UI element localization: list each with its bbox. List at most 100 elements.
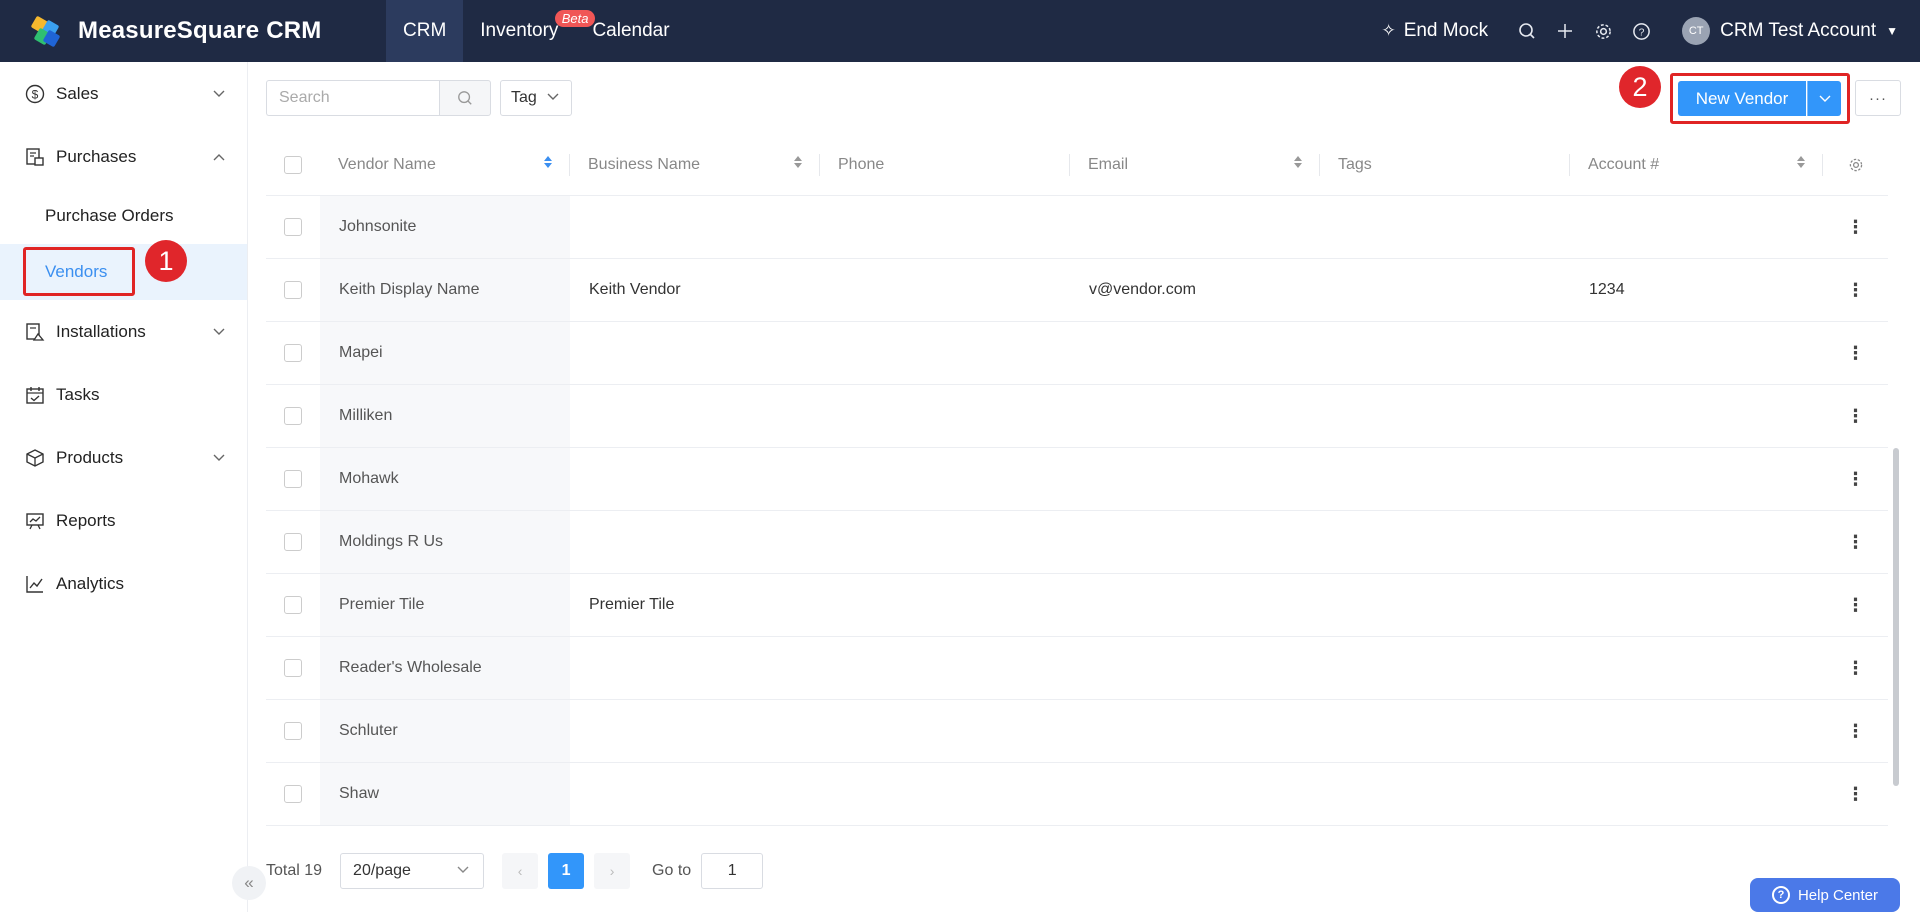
kebab-menu-icon[interactable]: ⋮ [1847, 721, 1865, 742]
vendor-name-cell[interactable]: Reader's Wholesale [320, 637, 570, 699]
new-vendor-dropdown-button[interactable] [1807, 81, 1841, 116]
kebab-menu-icon[interactable]: ⋮ [1847, 595, 1865, 616]
column-business-name[interactable]: Business Name [570, 134, 820, 196]
help-center-button[interactable]: ? Help Center [1750, 878, 1900, 912]
sidebar-item-analytics[interactable]: Analytics [0, 552, 247, 615]
kebab-menu-icon[interactable]: ⋮ [1847, 406, 1865, 427]
phone-cell [820, 196, 1070, 258]
app-logo[interactable]: MeasureSquare CRM [30, 15, 386, 48]
tag-filter-select[interactable]: Tag [500, 80, 572, 116]
email-cell [1070, 196, 1320, 258]
end-mock-button[interactable]: ✧ End Mock [1381, 20, 1488, 42]
vendor-name-cell[interactable]: Schluter [320, 700, 570, 762]
sidebar-item-tasks[interactable]: Tasks [0, 363, 247, 426]
email-cell [1070, 574, 1320, 636]
sidebar-item-purchases[interactable]: Purchases [0, 125, 247, 188]
next-page-button[interactable]: › [594, 853, 631, 889]
nav-inventory[interactable]: Inventory Beta [463, 0, 596, 62]
column-vendor-name[interactable]: Vendor Name [320, 134, 570, 196]
row-checkbox[interactable] [284, 533, 302, 551]
search-field[interactable] [266, 80, 440, 116]
gear-icon [1849, 158, 1862, 171]
row-checkbox[interactable] [284, 407, 302, 425]
table-row[interactable]: Mapei ⋮ [266, 322, 1888, 385]
table-row[interactable]: Keith Display Name Keith Vendor v@vendor.c… [266, 259, 1888, 322]
sort-icon [1797, 155, 1805, 168]
vendor-name-cell[interactable]: Shaw [320, 763, 570, 825]
page-size-select[interactable]: 20/page [340, 853, 485, 889]
collapse-sidebar-icon[interactable]: « [232, 866, 266, 900]
search-button[interactable] [439, 80, 491, 116]
row-checkbox[interactable] [284, 659, 302, 677]
vendor-name-cell[interactable]: Keith Display Name [320, 259, 570, 321]
kebab-menu-icon[interactable]: ⋮ [1847, 784, 1865, 805]
sidebar-item-reports[interactable]: Reports [0, 489, 247, 552]
row-actions-cell: ⋮ [1823, 322, 1888, 384]
chevron-down-icon [213, 325, 225, 339]
row-checkbox[interactable] [284, 785, 302, 803]
sidebar-item-purchase-orders[interactable]: Purchase Orders [0, 188, 247, 244]
account-menu[interactable]: CT CRM Test Account ▼ [1682, 17, 1898, 45]
search-icon[interactable] [1516, 20, 1538, 42]
goto-page-input[interactable]: 1 [701, 853, 764, 889]
table-row[interactable]: Shaw ⋮ [266, 763, 1888, 826]
sidebar-item-label: Reports [56, 510, 116, 530]
tags-cell [1320, 259, 1570, 321]
page-number-current[interactable]: 1 [548, 853, 585, 889]
kebab-menu-icon[interactable]: ⋮ [1847, 343, 1865, 364]
nav-crm[interactable]: CRM [386, 0, 464, 62]
new-vendor-button[interactable]: New Vendor [1678, 81, 1806, 116]
row-checkbox[interactable] [284, 722, 302, 740]
nav-inventory-label: Inventory [480, 20, 559, 41]
prev-page-button[interactable]: ‹ [502, 853, 539, 889]
row-checkbox[interactable] [284, 344, 302, 362]
table-row[interactable]: Moldings R Us ⋮ [266, 511, 1888, 574]
kebab-menu-icon[interactable]: ⋮ [1847, 280, 1865, 301]
kebab-menu-icon[interactable]: ⋮ [1847, 532, 1865, 553]
select-all-checkbox[interactable] [284, 155, 302, 174]
account-number-cell [1570, 700, 1823, 762]
help-icon[interactable]: ? [1630, 20, 1652, 42]
phone-cell [820, 637, 1070, 699]
kebab-menu-icon[interactable]: ⋮ [1847, 217, 1865, 238]
sidebar-item-vendors[interactable]: Vendors [0, 244, 247, 300]
kebab-menu-icon[interactable]: ⋮ [1847, 658, 1865, 679]
calendar-check-icon [24, 384, 46, 406]
table-row[interactable]: Premier Tile Premier Tile ⋮ [266, 574, 1888, 637]
vendor-name-cell[interactable]: Premier Tile [320, 574, 570, 636]
table-row[interactable]: Mohawk ⋮ [266, 448, 1888, 511]
sidebar-item-sales[interactable]: $ Sales [0, 62, 247, 125]
row-checkbox[interactable] [284, 470, 302, 488]
business-name-cell [570, 511, 820, 573]
email-cell: v@vendor.com [1089, 281, 1196, 298]
gear-icon[interactable] [1592, 20, 1614, 42]
table-row[interactable]: Reader's Wholesale ⋮ [266, 637, 1888, 700]
sidebar-item-installations[interactable]: Installations [0, 300, 247, 363]
plus-icon[interactable] [1554, 20, 1576, 42]
row-checkbox[interactable] [284, 218, 302, 236]
column-email[interactable]: Email [1070, 134, 1320, 196]
row-actions-cell: ⋮ [1823, 448, 1888, 510]
table-row[interactable]: Schluter ⋮ [266, 700, 1888, 763]
kebab-menu-icon[interactable]: ⋮ [1847, 469, 1865, 490]
row-checkbox[interactable] [284, 281, 302, 299]
column-settings[interactable] [1823, 134, 1888, 196]
sidebar-item-label: Purchases [56, 146, 137, 166]
vendor-name-cell[interactable]: Moldings R Us [320, 511, 570, 573]
more-options-button[interactable]: ··· [1855, 80, 1901, 116]
account-number-cell: 1234 [1589, 281, 1625, 298]
business-name-cell [570, 385, 820, 447]
column-account-number[interactable]: Account # [1570, 134, 1823, 196]
row-checkbox[interactable] [284, 596, 302, 614]
search-input[interactable] [279, 89, 429, 107]
vendor-name-cell[interactable]: Mapei [320, 322, 570, 384]
nav-calendar[interactable]: Calendar [575, 0, 686, 62]
table-row[interactable]: Milliken ⋮ [266, 385, 1888, 448]
table-row[interactable]: Johnsonite ⋮ [266, 196, 1888, 259]
vendor-name-cell[interactable]: Johnsonite [320, 196, 570, 258]
table-scrollbar[interactable] [1893, 448, 1899, 786]
column-header-label: Phone [838, 155, 885, 173]
sidebar-item-products[interactable]: Products [0, 426, 247, 489]
vendor-name-cell[interactable]: Milliken [320, 385, 570, 447]
vendor-name-cell[interactable]: Mohawk [320, 448, 570, 510]
